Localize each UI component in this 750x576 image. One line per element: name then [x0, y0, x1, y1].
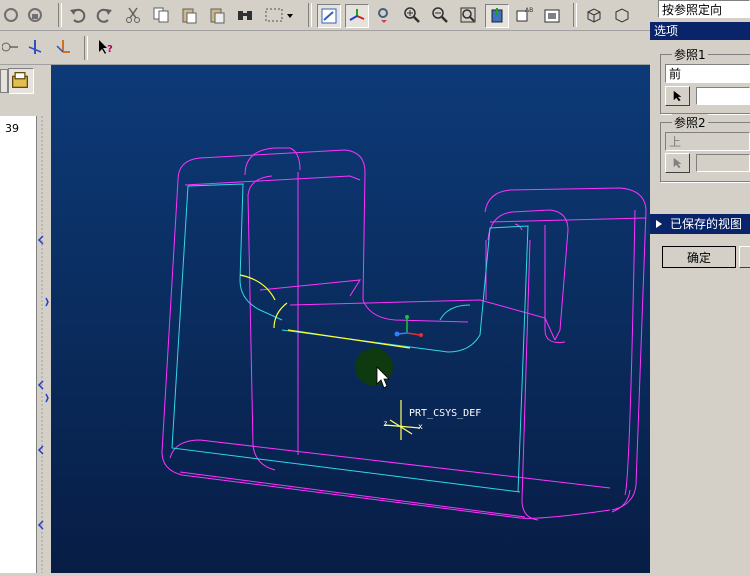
- csys-label: PRT_CSYS_DEF: [409, 408, 482, 419]
- repaint-icon[interactable]: [317, 4, 341, 28]
- csys-icon: [384, 400, 421, 440]
- reference2-pick-button[interactable]: [665, 153, 690, 173]
- find-icon[interactable]: [234, 4, 256, 26]
- reference1-pick-button[interactable]: [665, 86, 690, 106]
- reference1-collector[interactable]: [696, 87, 750, 105]
- graphics-window[interactable]: PRT_CSYS_DEF z x: [51, 65, 650, 573]
- cancel-button[interactable]: [739, 246, 750, 268]
- pointer-icon: [673, 90, 681, 102]
- part-model: [161, 147, 647, 521]
- redo-icon[interactable]: [94, 4, 116, 26]
- main-toolbar: AB: [0, 0, 650, 31]
- save-icon[interactable]: [24, 4, 46, 26]
- expand-arrow-icon: [656, 220, 662, 228]
- paste-icon[interactable]: [178, 4, 200, 26]
- orientation-dialog: 按参照定向 选项 参照1 前 参照2 上 已保存的视图 确定: [650, 0, 750, 573]
- csys-axis-x-label: x: [418, 422, 423, 431]
- context-help-icon[interactable]: ?: [94, 36, 116, 58]
- zoom-out-icon[interactable]: [429, 4, 451, 26]
- pointer-icon: [673, 157, 681, 169]
- datum-plane-icon[interactable]: [0, 36, 22, 58]
- saved-view-list-icon[interactable]: AB: [513, 4, 535, 26]
- undo-icon[interactable]: [66, 4, 88, 26]
- spin-center-icon: [394, 315, 423, 337]
- cursor-highlight: [355, 348, 393, 386]
- sash-handle[interactable]: [37, 116, 49, 573]
- folder-browser-icon[interactable]: [8, 68, 34, 94]
- options-header: 选项: [650, 22, 750, 40]
- select-box-dropdown[interactable]: [262, 4, 296, 26]
- refit-icon[interactable]: [457, 4, 479, 26]
- svg-text:AB: AB: [525, 7, 533, 14]
- zoom-in-icon[interactable]: [401, 4, 423, 26]
- reference2-select[interactable]: 上: [665, 132, 750, 151]
- cut-icon[interactable]: [122, 4, 144, 26]
- orient-mode-icon[interactable]: [373, 4, 395, 26]
- wireframe-icon[interactable]: [583, 4, 605, 26]
- ok-button[interactable]: 确定: [662, 246, 736, 268]
- tree-row: 39: [5, 122, 19, 135]
- reference2-group: [660, 122, 750, 182]
- ok-label: 确定: [686, 250, 711, 265]
- open-icon[interactable]: [0, 4, 22, 26]
- csys-axis-z-label: z: [383, 419, 388, 428]
- datum-toolbar: ?: [0, 31, 650, 65]
- saved-views-label: 已保存的视图: [670, 217, 743, 231]
- reference2-label: 参照2: [672, 114, 708, 131]
- reorient-icon[interactable]: [485, 4, 509, 28]
- paste-special-icon[interactable]: [206, 4, 228, 26]
- model-tree[interactable]: 39: [0, 116, 37, 573]
- hidden-line-icon[interactable]: [611, 4, 633, 26]
- tree-tab-edge[interactable]: [0, 69, 8, 93]
- orient-type-select[interactable]: 按参照定向: [658, 0, 750, 18]
- saved-views-toggle[interactable]: 已保存的视图: [650, 214, 750, 234]
- reference1-label: 参照1: [672, 46, 708, 63]
- svg-text:?: ?: [107, 44, 113, 55]
- spin-center-icon[interactable]: [345, 4, 369, 28]
- datum-csys-icon[interactable]: [52, 36, 74, 58]
- copy-icon[interactable]: [150, 4, 172, 26]
- view-manager-icon[interactable]: [541, 4, 563, 26]
- reference1-select[interactable]: 前: [665, 64, 750, 83]
- datum-axis-icon[interactable]: [24, 36, 46, 58]
- reference2-collector[interactable]: [696, 154, 750, 172]
